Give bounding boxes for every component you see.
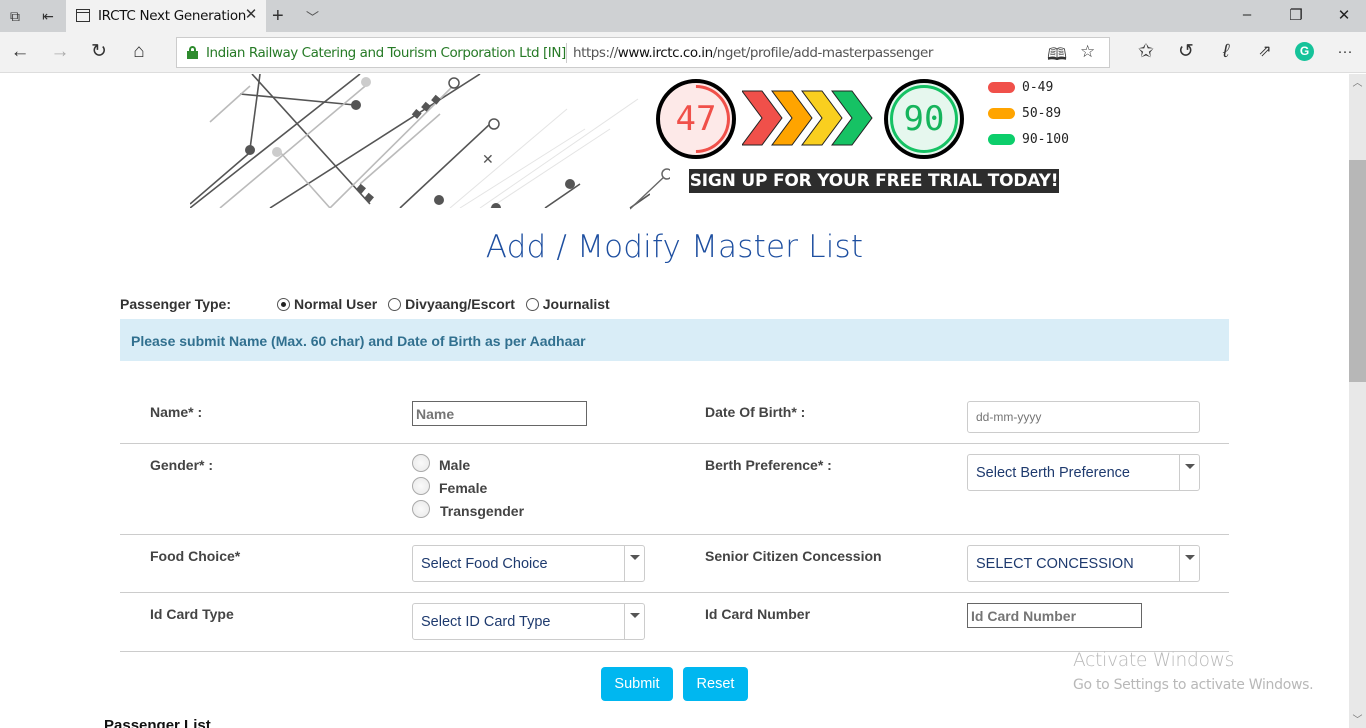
- history-icon[interactable]: ↺: [1175, 41, 1197, 63]
- page-title: Add / Modify Master List: [485, 229, 864, 265]
- passenger-type-divyaang[interactable]: Divyaang/Escort: [388, 296, 515, 312]
- gender-transgender-label[interactable]: Transgender: [440, 503, 524, 519]
- close-tab-icon[interactable]: ✕: [242, 6, 260, 24]
- passenger-type-options: Normal User Divyaang/Escort Journalist: [277, 296, 617, 312]
- legend-red-swatch: [988, 82, 1015, 93]
- legend-item: 0-49: [988, 80, 1053, 95]
- caret-down-icon[interactable]: [624, 604, 644, 639]
- gender-label: Gender* :: [150, 457, 214, 473]
- aadhaar-info-alert: Please submit Name (Max. 60 char) and Da…: [120, 319, 1229, 361]
- concession-value: SELECT CONCESSION: [976, 556, 1134, 572]
- progress-arrows-graphic: [742, 90, 873, 146]
- restore-icon[interactable]: ❐: [1286, 6, 1306, 24]
- dob-label: Date Of Birth* :: [705, 404, 806, 420]
- caret-down-icon[interactable]: [624, 546, 644, 581]
- browser-nav-bar: ← → ↻ ⌂ Indian Railway Catering and Tour…: [0, 32, 1366, 73]
- passenger-list-heading: Passenger List: [104, 717, 211, 728]
- berth-preference-value: Select Berth Preference: [976, 465, 1130, 481]
- dob-input[interactable]: [967, 401, 1200, 433]
- gender-male-label[interactable]: Male: [439, 457, 470, 473]
- legend-green-swatch: [988, 134, 1015, 145]
- railway-lines-graphic: ✕: [190, 74, 650, 208]
- reset-button[interactable]: Reset: [683, 667, 748, 701]
- page-content: ✕ 47 90 0-49 50-89 90-100 SIGN UP FOR YO…: [0, 74, 1349, 728]
- grammarly-icon[interactable]: G: [1295, 42, 1314, 61]
- certificate-org: Indian Railway Catering and Tourism Corp…: [206, 45, 566, 61]
- url-text[interactable]: https://www.irctc.co.in/nget/profile/add…: [573, 45, 933, 61]
- tab-actions-icon[interactable]: ⧉: [5, 6, 25, 26]
- radio-unchecked-icon[interactable]: [388, 298, 402, 311]
- id-card-number-label: Id Card Number: [705, 606, 811, 622]
- refresh-icon[interactable]: ↻: [88, 41, 110, 63]
- legend-item: 50-89: [988, 106, 1061, 121]
- minimize-icon[interactable]: –: [1237, 6, 1257, 23]
- passenger-type-label: Passenger Type:: [120, 296, 232, 312]
- plus-icon[interactable]: +: [272, 5, 284, 28]
- concession-select[interactable]: SELECT CONCESSION: [967, 545, 1200, 582]
- page-scrollbar[interactable]: ︿ ﹀: [1349, 74, 1366, 728]
- more-icon[interactable]: ···: [1334, 41, 1356, 63]
- scroll-up-icon[interactable]: ︿: [1349, 74, 1366, 89]
- food-choice-label: Food Choice*: [150, 548, 241, 564]
- food-choice-select[interactable]: Select Food Choice: [412, 545, 645, 582]
- food-choice-value: Select Food Choice: [421, 556, 548, 572]
- name-input[interactable]: [412, 401, 587, 426]
- star-icon[interactable]: ☆: [1080, 42, 1095, 62]
- concession-label: Senior Citizen Concession: [705, 548, 882, 564]
- radio-checked-icon[interactable]: [277, 298, 290, 311]
- browser-tab[interactable]: IRCTC Next Generation ✕: [66, 0, 266, 32]
- pen-icon[interactable]: ℓ: [1215, 41, 1237, 63]
- name-label: Name* :: [150, 404, 203, 420]
- gender-transgender-radio[interactable]: [412, 500, 430, 518]
- page-favicon-icon: [76, 9, 90, 22]
- submit-button[interactable]: Submit: [601, 667, 673, 701]
- railway-node-graphic: [630, 168, 670, 210]
- ad-cta[interactable]: SIGN UP FOR YOUR FREE TRIAL TODAY!: [689, 169, 1059, 193]
- id-card-type-label: Id Card Type: [150, 606, 234, 622]
- caret-down-icon[interactable]: [1179, 455, 1199, 490]
- legend-orange-swatch: [988, 108, 1015, 119]
- passenger-type-normal[interactable]: Normal User: [277, 296, 377, 312]
- berth-preference-select[interactable]: Select Berth Preference: [967, 454, 1200, 491]
- chevron-down-icon[interactable]: ﹀: [306, 7, 319, 26]
- activate-windows-subtitle: Go to Settings to activate Windows.: [1073, 677, 1314, 693]
- passenger-type-journalist[interactable]: Journalist: [525, 296, 610, 312]
- id-card-number-input[interactable]: [967, 603, 1142, 628]
- gender-female-label[interactable]: Female: [439, 480, 487, 496]
- activate-windows-title: Activate Windows: [1073, 650, 1235, 671]
- share-icon[interactable]: ⇗: [1254, 41, 1276, 63]
- favorites-list-icon[interactable]: ✩: [1135, 41, 1157, 63]
- legend-item: 90-100: [988, 132, 1069, 147]
- arrow-right-icon[interactable]: →: [49, 41, 71, 63]
- id-card-type-select[interactable]: Select ID Card Type: [412, 603, 645, 640]
- svg-text:✕: ✕: [482, 152, 494, 168]
- row-divider: [120, 592, 1229, 593]
- home-icon[interactable]: ⌂: [128, 41, 150, 63]
- arrow-left-icon[interactable]: ←: [9, 41, 31, 63]
- gender-female-radio[interactable]: [412, 477, 430, 495]
- gender-male-radio[interactable]: [412, 454, 430, 472]
- caret-down-icon[interactable]: [1179, 546, 1199, 581]
- id-card-type-value: Select ID Card Type: [421, 614, 551, 630]
- row-divider: [120, 534, 1229, 535]
- browser-tab-bar: ⧉ ⇤ IRCTC Next Generation ✕ + ﹀ – ❐ ✕: [0, 0, 1366, 32]
- book-icon[interactable]: 🕮: [1047, 42, 1067, 71]
- row-divider: [120, 651, 1229, 652]
- radio-unchecked-icon[interactable]: [525, 298, 539, 311]
- row-divider: [120, 443, 1229, 444]
- score-before: 47: [656, 79, 736, 159]
- close-window-icon[interactable]: ✕: [1334, 6, 1354, 24]
- tab-title: IRCTC Next Generation: [98, 8, 247, 24]
- ad-banner[interactable]: ✕ 47 90 0-49 50-89 90-100 SIGN UP FOR YO…: [190, 74, 1070, 210]
- set-aside-tabs-icon[interactable]: ⇤: [38, 6, 58, 26]
- lock-icon: [187, 46, 198, 59]
- score-after: 90: [884, 79, 964, 159]
- address-bar[interactable]: Indian Railway Catering and Tourism Corp…: [176, 37, 1110, 68]
- scrollbar-thumb[interactable]: [1349, 160, 1366, 382]
- berth-preference-label: Berth Preference* :: [705, 457, 832, 473]
- scroll-down-icon[interactable]: ﹀: [1349, 711, 1366, 726]
